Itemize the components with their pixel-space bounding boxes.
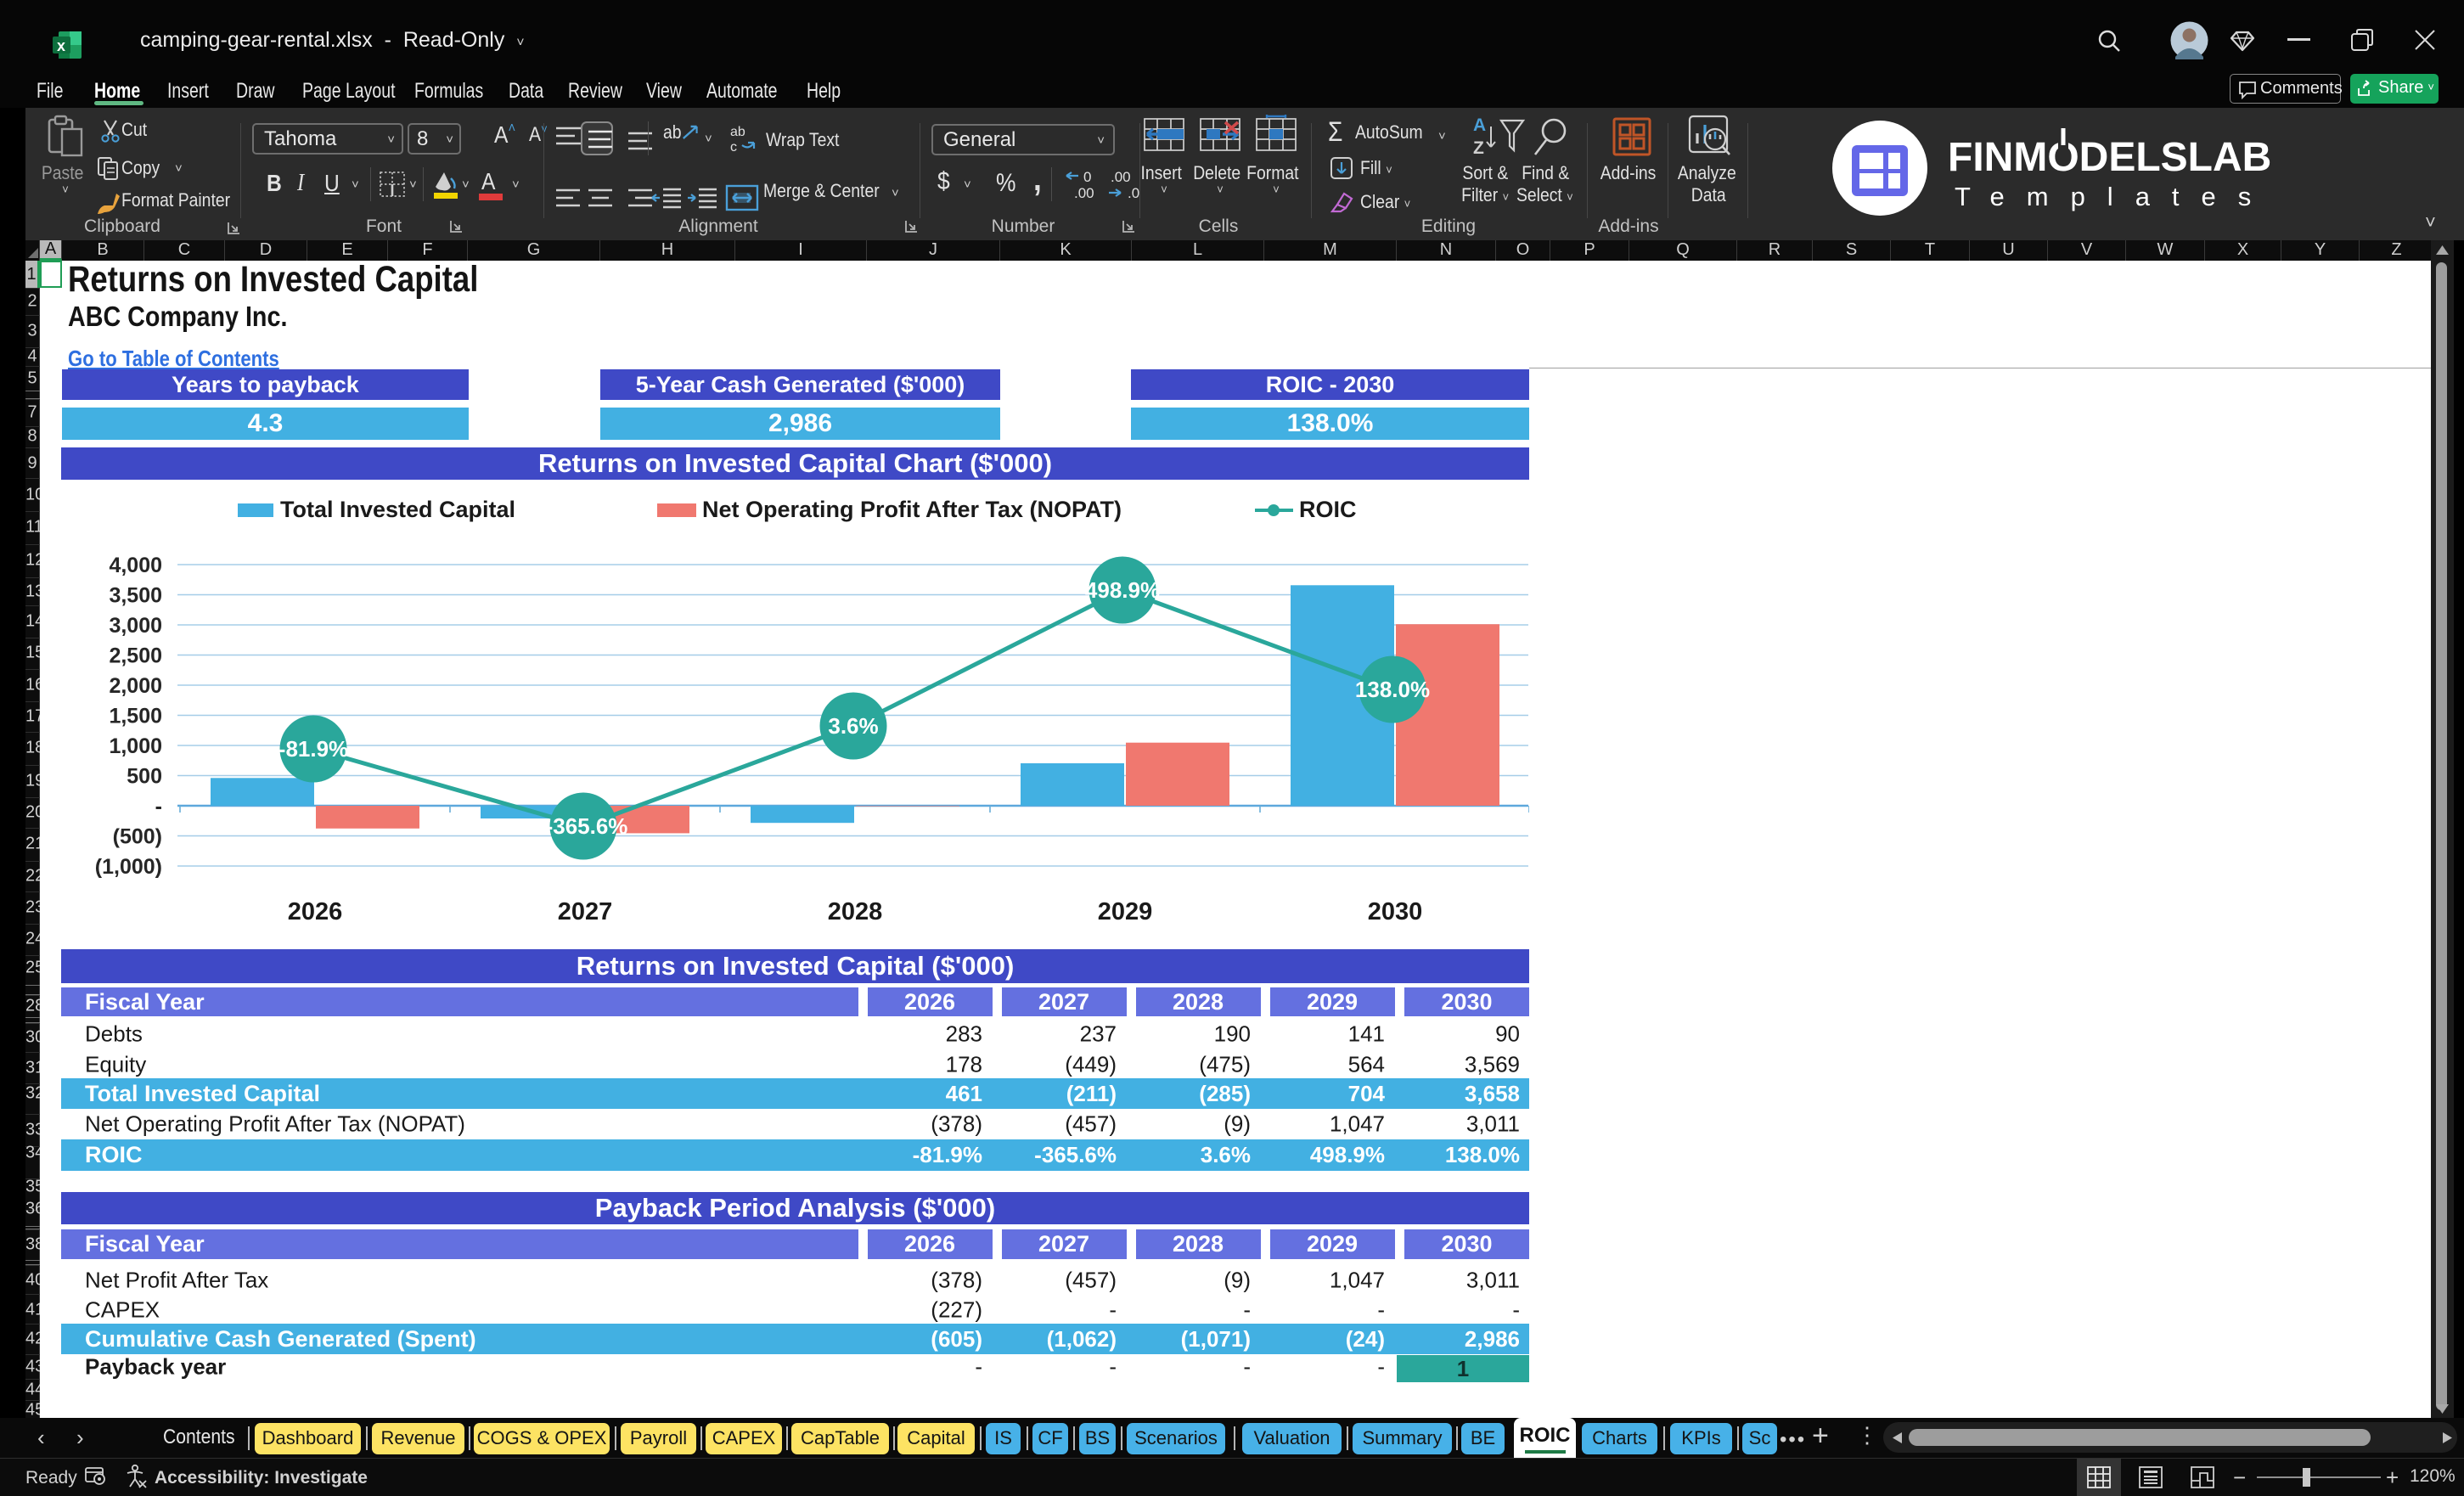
svg-text:2026: 2026 <box>288 898 343 925</box>
svg-text:498.9%: 498.9% <box>1085 577 1160 603</box>
svg-text:138.0%: 138.0% <box>1355 677 1430 702</box>
svg-text:2030: 2030 <box>1368 898 1423 925</box>
svg-text:-365.6%: -365.6% <box>546 813 628 839</box>
svg-text:3,000: 3,000 <box>109 614 162 638</box>
svg-text:2029: 2029 <box>1098 898 1153 925</box>
svg-text:Z: Z <box>1473 138 1484 158</box>
svg-text:ROIC: ROIC <box>1299 497 1357 522</box>
svg-text:(1,000): (1,000) <box>95 855 162 879</box>
svg-text:Net Operating Profit After Tax: Net Operating Profit After Tax (NOPAT) <box>702 497 1122 522</box>
svg-text:500: 500 <box>127 765 162 789</box>
svg-text:.0: .0 <box>1128 185 1139 201</box>
svg-text:-81.9%: -81.9% <box>278 736 348 762</box>
svg-text:ab: ab <box>730 125 745 139</box>
svg-text:3.6%: 3.6% <box>828 713 878 739</box>
svg-text:2028: 2028 <box>828 898 883 925</box>
svg-text:3,500: 3,500 <box>109 584 162 608</box>
svg-text:Total Invested Capital: Total Invested Capital <box>280 497 515 522</box>
svg-text:1,000: 1,000 <box>109 734 162 758</box>
svg-text:A: A <box>1473 115 1486 135</box>
svg-text:c: c <box>730 140 737 155</box>
svg-text:.00: .00 <box>1111 169 1131 185</box>
svg-text:1,500: 1,500 <box>109 705 162 728</box>
svg-text:-: - <box>155 795 162 818</box>
svg-text:x: x <box>57 37 65 54</box>
svg-text:0: 0 <box>1083 169 1091 185</box>
svg-text:2,000: 2,000 <box>109 674 162 698</box>
svg-text:4,000: 4,000 <box>109 554 162 577</box>
svg-text:2,500: 2,500 <box>109 644 162 668</box>
svg-text:.00: .00 <box>1074 185 1094 201</box>
svg-text:(500): (500) <box>113 825 162 849</box>
svg-text:2027: 2027 <box>558 898 613 925</box>
